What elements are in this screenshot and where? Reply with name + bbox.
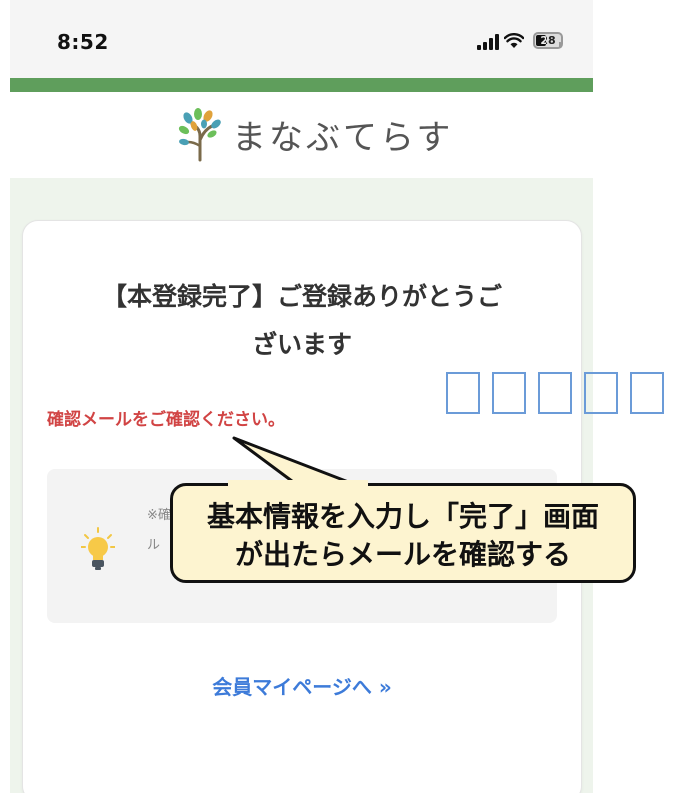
battery-icon: 28	[533, 32, 563, 49]
placeholder-box	[584, 372, 618, 414]
title-line-1: 【本登録完了】ご登録ありがとうご	[101, 282, 502, 311]
battery-level: 28	[540, 34, 556, 47]
header-accent-bar	[10, 78, 593, 92]
callout-text: 基本情報を入力し「完了」画面 が出たらメールを確認する	[173, 498, 633, 574]
instruction-callout: 基本情報を入力し「完了」画面 が出たらメールを確認する	[170, 483, 636, 583]
callout-line-2: が出たらメールを確認する	[234, 538, 571, 571]
status-time: 8:52	[57, 30, 109, 54]
placeholder-box	[446, 372, 480, 414]
wifi-icon	[504, 33, 524, 48]
callout-seam-cover	[228, 480, 368, 488]
placeholder-glyph-boxes	[446, 372, 664, 418]
title-line-2: ざいます	[251, 330, 352, 359]
confirm-email-alert: 確認メールをご確認ください。	[47, 410, 285, 430]
page-title: 【本登録完了】ご登録ありがとうご ざいます	[63, 273, 541, 369]
tree-logo-icon	[178, 108, 221, 162]
member-mypage-link[interactable]: 会員マイページへ »	[23, 671, 581, 700]
status-bar: 8:52 28	[10, 0, 593, 78]
callout-line-1: 基本情報を入力し「完了」画面	[206, 500, 599, 533]
signal-icon	[477, 34, 499, 50]
site-header: まなぶてらす	[10, 92, 593, 178]
placeholder-box	[538, 372, 572, 414]
logo-text: まなぶてらす	[232, 117, 454, 158]
site-logo[interactable]: まなぶてらす	[178, 106, 453, 162]
lightbulb-icon	[81, 527, 115, 570]
placeholder-box	[630, 372, 664, 414]
placeholder-box	[492, 372, 526, 414]
